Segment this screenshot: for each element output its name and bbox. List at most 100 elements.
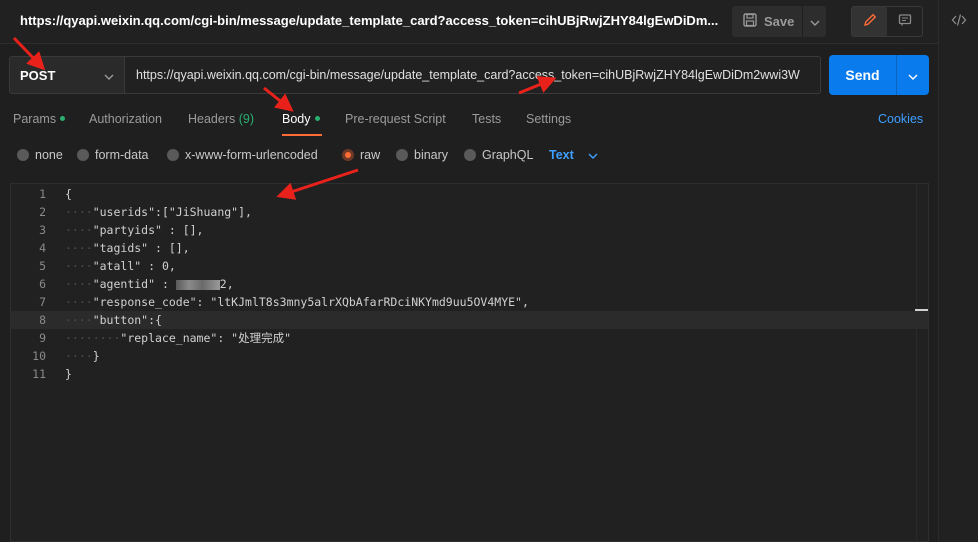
line-code: ····"agentid" : 2, [65, 275, 234, 293]
chevron-down-icon [810, 14, 820, 29]
send-button[interactable]: Send [829, 55, 896, 95]
tab-authorization[interactable]: Authorization [89, 112, 162, 126]
line-number: 3 [39, 223, 46, 237]
line-code: ········"replace_name": "处理完成" [65, 329, 291, 347]
line-indent: ···· [65, 223, 93, 237]
method-select[interactable]: POST [9, 56, 125, 94]
line-indent: ···· [65, 241, 93, 255]
status-dot [314, 116, 320, 122]
line-indent: ···· [65, 349, 93, 363]
line-number: 1 [39, 187, 46, 201]
radio-label: raw [360, 148, 381, 162]
editor-line: 4 ····"tagids" : [], [11, 239, 928, 257]
line-number: 9 [39, 331, 46, 345]
radio-label: binary [414, 148, 449, 162]
headers-count: (9) [238, 112, 255, 126]
radio-label: none [35, 148, 63, 162]
tab-params[interactable]: Params [13, 112, 66, 126]
tab-label: Pre-request Script [345, 112, 446, 126]
chevron-down-icon [104, 68, 114, 83]
radio-none[interactable]: none [17, 148, 63, 162]
tab-settings[interactable]: Settings [526, 112, 571, 126]
editor-line: 3 ····"partyids" : [], [11, 221, 928, 239]
comment-icon [898, 13, 912, 30]
line-text: "response_code": "ltKJmlT8s3mny5alrXQbAf… [92, 295, 529, 309]
tab-label: Tests [472, 112, 502, 126]
editor-line: 1{ [11, 185, 928, 203]
raw-format-select[interactable]: Text [549, 148, 598, 162]
chevron-down-icon [588, 148, 598, 162]
line-text: "button":{ [92, 313, 162, 327]
line-text: "agentid" : [92, 277, 176, 291]
save-button-group[interactable]: Save [732, 6, 826, 37]
tab-pre-request-script[interactable]: Pre-request Script [345, 112, 446, 126]
editor-line-current: 8 ····"button":{ [11, 311, 928, 329]
editor-scrollbar[interactable] [916, 184, 928, 542]
request-title[interactable]: https://qyapi.weixin.qq.com/cgi-bin/mess… [20, 13, 718, 28]
line-indent: ···· [65, 313, 93, 327]
cookies-link[interactable]: Cookies [878, 112, 923, 126]
radio-label: GraphQL [482, 148, 534, 162]
chevron-down-icon [908, 68, 918, 83]
redacted-value [175, 279, 220, 290]
line-text: "atall" : 0, [92, 259, 176, 273]
line-code: ····"tagids" : [], [65, 239, 190, 257]
tab-tests[interactable]: Tests [472, 112, 501, 126]
method-value: POST [20, 67, 56, 83]
editor-line: 6 ····"agentid" : 2, [11, 275, 928, 293]
editor-line: 7 ····"response_code": "ltKJmlT8s3mny5alr… [11, 293, 928, 311]
line-indent: ········ [65, 331, 121, 345]
send-button-group[interactable]: Send [829, 55, 929, 95]
cursor-line-marker [915, 309, 928, 311]
tab-label: Authorization [89, 112, 162, 126]
radio-circle [396, 149, 408, 161]
radio-label: x-www-form-urlencoded [185, 148, 318, 162]
line-code: ····} [65, 347, 100, 365]
radio-binary[interactable]: binary [396, 148, 448, 162]
radio-form-data[interactable]: form-data [77, 148, 149, 162]
radio-label: form-data [95, 148, 149, 162]
line-indent: ···· [65, 205, 93, 219]
line-number: 8 [39, 313, 46, 327]
radio-raw[interactable]: raw [342, 148, 380, 162]
line-text: "tagids" : [], [92, 241, 190, 255]
line-number: 10 [32, 349, 46, 363]
tab-headers[interactable]: Headers (9) [188, 112, 254, 126]
editor-line: 11} [11, 365, 928, 383]
editor-line: 9 ········"replace_name": "处理完成" [11, 329, 928, 347]
line-text: { [65, 187, 72, 201]
code-snippet-icon[interactable] [951, 13, 967, 30]
line-number: 6 [39, 277, 46, 291]
save-label: Save [764, 14, 795, 29]
send-options-button[interactable] [897, 55, 929, 95]
radio-circle [17, 149, 29, 161]
radio-circle [167, 149, 179, 161]
editor-line: 5 ····"atall" : 0, [11, 257, 928, 275]
line-text: } [65, 367, 72, 381]
url-input[interactable]: https://qyapi.weixin.qq.com/cgi-bin/mess… [125, 56, 821, 94]
request-title-bar: https://qyapi.weixin.qq.com/cgi-bin/mess… [0, 0, 938, 44]
line-number: 11 [32, 367, 46, 381]
line-text: } [92, 349, 100, 363]
line-code: ····"response_code": "ltKJmlT8s3mny5alrX… [65, 293, 529, 311]
radio-graphql[interactable]: GraphQL [464, 148, 533, 162]
body-code-editor[interactable]: 1{ 2 ····"userids":["JiShuang"], 3 ····"pa… [10, 183, 929, 542]
line-code: { [65, 185, 72, 203]
active-tab-indicator [282, 134, 322, 136]
comment-mode-button[interactable] [887, 7, 922, 36]
radio-circle [77, 149, 89, 161]
save-button[interactable]: Save [732, 6, 802, 37]
line-indent: ···· [65, 277, 93, 291]
right-sidebar [938, 0, 978, 542]
tab-label: Settings [526, 112, 572, 126]
tab-body[interactable]: Body [282, 112, 320, 126]
save-options-button[interactable] [803, 6, 826, 37]
request-tabs: Params Authorization Headers (9) Body Pr… [0, 106, 938, 136]
raw-format-value: Text [549, 148, 574, 162]
line-text: "replace_name": "处理完成" [120, 331, 292, 345]
body-type-selector: none form-data x-www-form-urlencoded raw… [0, 143, 938, 167]
radio-x-www-form-urlencoded[interactable]: x-www-form-urlencoded [167, 148, 318, 162]
edit-mode-button[interactable] [852, 7, 887, 36]
line-code: ····"atall" : 0, [65, 257, 176, 275]
line-number: 2 [39, 205, 46, 219]
